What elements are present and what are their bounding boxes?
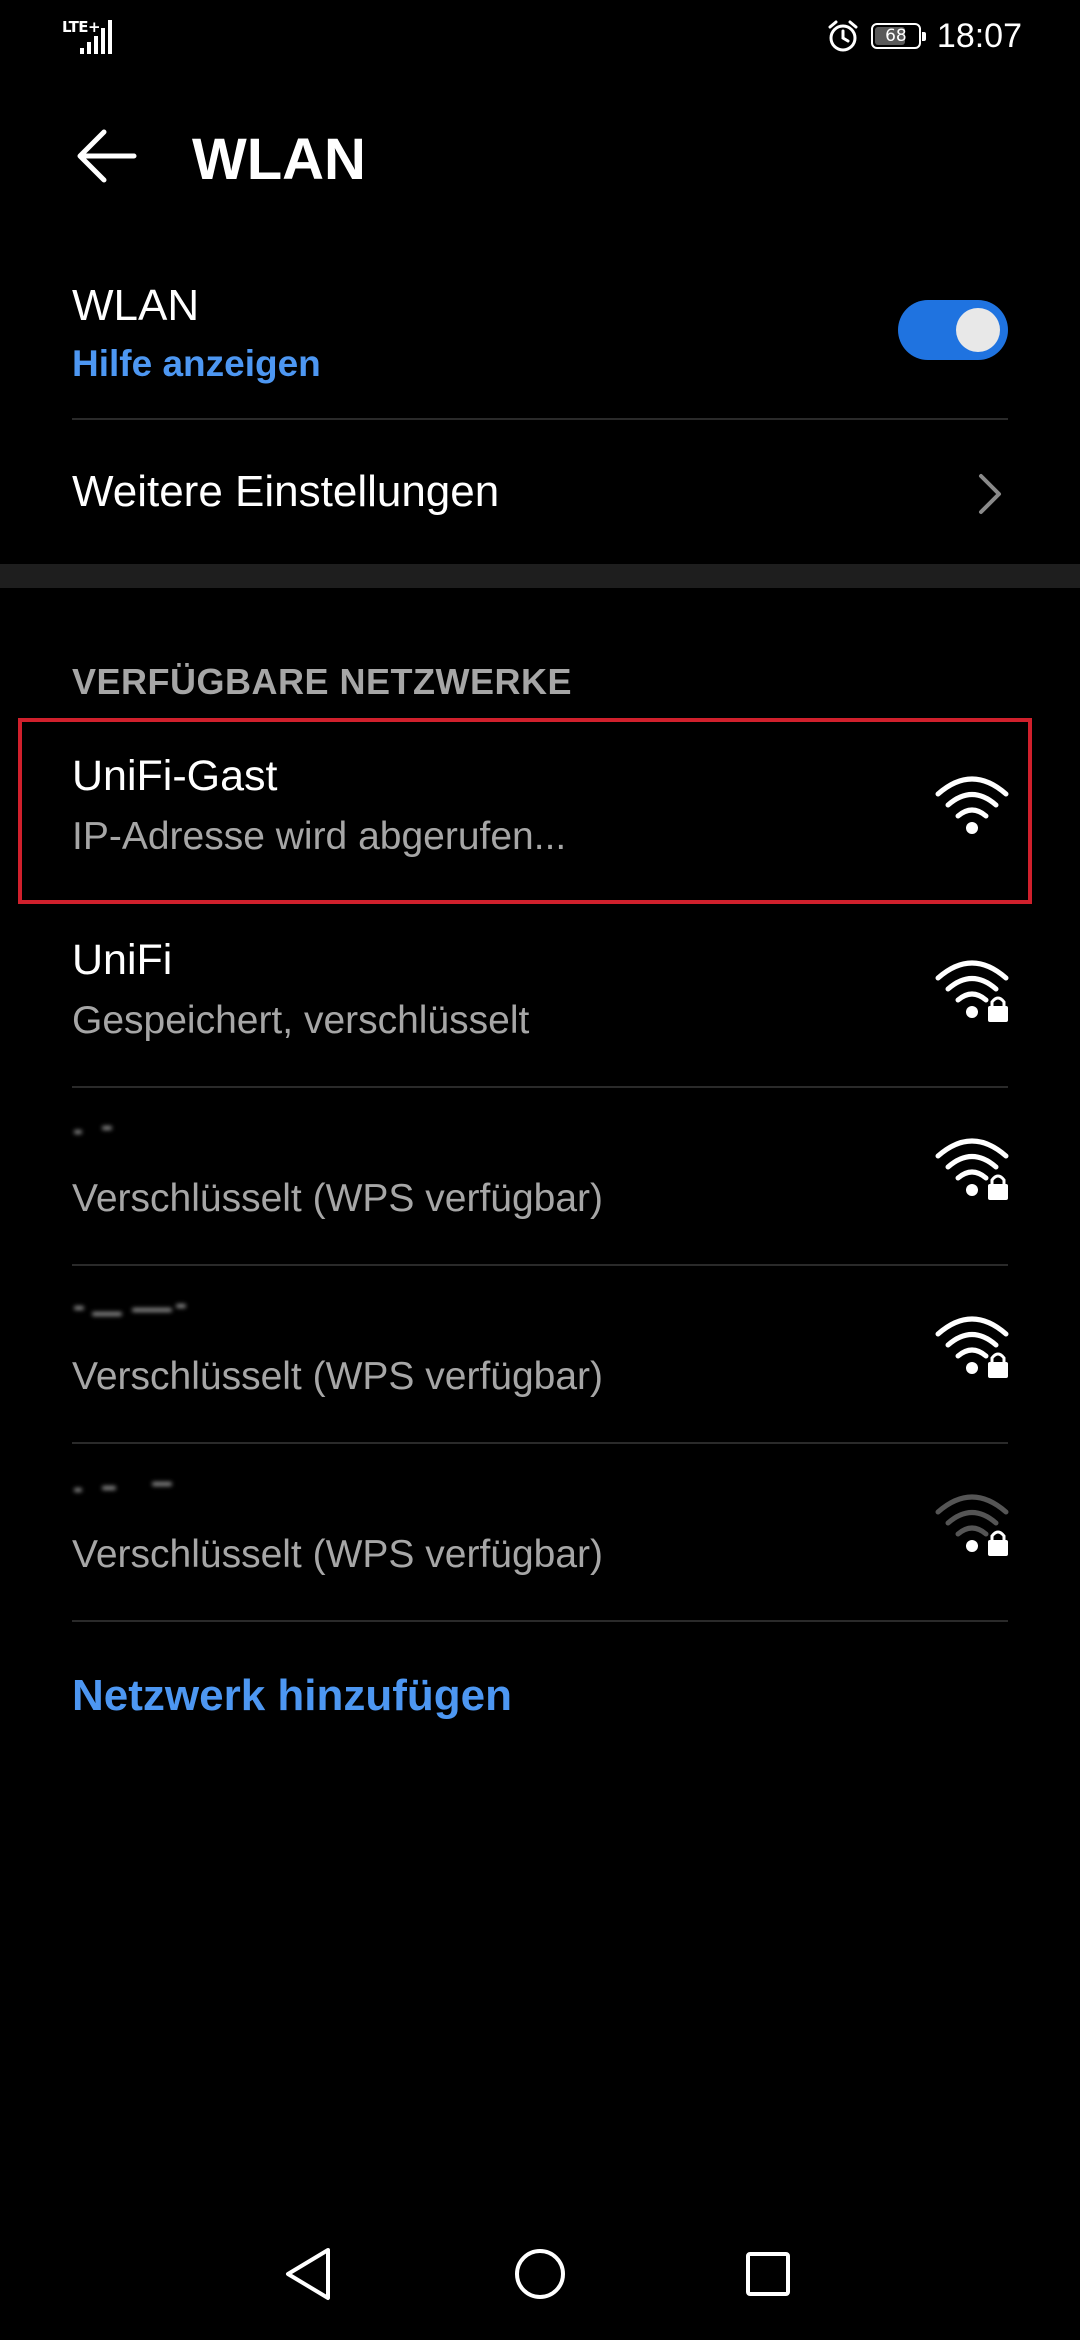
divider [72,1264,1008,1266]
section-separator [0,564,1080,588]
network-name: UniFi [72,936,173,984]
help-link[interactable]: Hilfe anzeigen [72,340,321,388]
more-settings-label: Weitere Einstellungen [72,467,500,516]
recents-square-icon[interactable] [728,2234,808,2314]
wlan-switch-knob [956,308,1000,352]
wlan-switch[interactable] [898,300,1008,360]
network-status: IP-Adresse wird abgerufen... [72,815,567,858]
divider [72,418,1008,420]
network-item-unifi-gast[interactable]: UniFi-Gast IP-Adresse wird abgerufen... [0,728,1080,904]
network-status: Verschlüsselt (WPS verfügbar) [72,1177,604,1220]
wlan-toggle-row[interactable]: WLAN Hilfe anzeigen [0,270,1080,420]
wifi-weak-lock-icon [935,1494,1009,1556]
home-circle-icon[interactable] [500,2234,580,2314]
signal-icon [80,20,112,54]
network-name: UniFi-Gast [72,752,278,800]
back-button[interactable] [72,122,140,190]
wifi-signal-icon [935,776,1009,834]
divider [72,1442,1008,1444]
status-bar: LTE+ 68 18:07 [0,0,1080,70]
divider [72,1620,1008,1622]
more-settings-row[interactable]: Weitere Einstellungen [0,422,1080,562]
status-time: 18:07 [936,16,1022,55]
network-status: Verschlüsselt (WPS verfügbar) [72,1533,604,1576]
wifi-lock-icon [935,1316,1009,1378]
network-item-unifi[interactable]: UniFi Gespeichert, verschlüsselt [0,912,1080,1088]
network-item[interactable]: Verschlüsselt (WPS verfügbar) [0,1446,1080,1622]
battery-icon: 68 [870,23,926,49]
page-title: WLAN [192,127,366,192]
alarm-icon [828,20,858,52]
status-right: 68 18:07 [825,14,1022,58]
wifi-lock-icon [935,960,1009,1022]
arrow-left-icon [77,129,137,183]
navigation-bar [0,2220,1080,2330]
chevron-right-icon [979,474,1001,514]
wifi-lock-icon [935,1138,1009,1200]
back-triangle-icon[interactable] [270,2234,350,2314]
wlan-label: WLAN [72,281,200,330]
network-item[interactable]: Verschlüsselt (WPS verfügbar) [0,1268,1080,1444]
signal-indicator: LTE+ [60,14,130,56]
add-network-button[interactable]: Netzwerk hinzufügen [72,1668,512,1724]
network-status: Verschlüsselt (WPS verfügbar) [72,1355,604,1398]
network-name-obscured [72,1302,192,1322]
network-status: Gespeichert, verschlüsselt [72,999,530,1042]
available-networks-header: VERFÜGBARE NETZWERKE [72,661,573,702]
network-name-obscured [72,1124,192,1144]
network-name-obscured [72,1480,192,1500]
battery-level: 68 [885,26,907,46]
divider [72,1086,1008,1088]
network-item[interactable]: Verschlüsselt (WPS verfügbar) [0,1090,1080,1266]
